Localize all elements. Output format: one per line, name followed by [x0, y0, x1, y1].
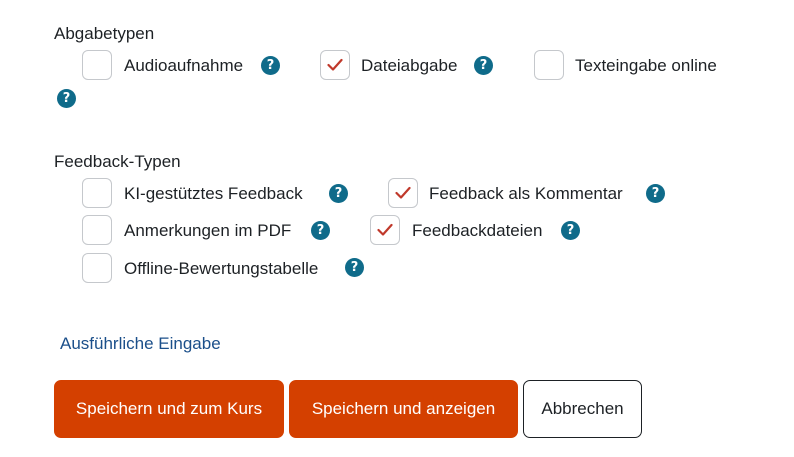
online-text-help-icon[interactable]: ?: [57, 89, 76, 108]
pdf-annotation-label: Anmerkungen im PDF: [124, 221, 292, 240]
feedback-files-help-icon[interactable]: ?: [561, 221, 580, 240]
feedback-comments-help-icon[interactable]: ?: [646, 184, 665, 203]
offline-grading-help-icon[interactable]: ?: [345, 258, 364, 277]
cancel-button[interactable]: Abbrechen: [523, 380, 642, 438]
audio-recording-label: Audioaufnahme: [124, 56, 244, 75]
offline-grading-checkbox[interactable]: [82, 253, 112, 283]
feedback-comments-checkbox[interactable]: [388, 178, 418, 208]
ai-feedback-help-icon[interactable]: ?: [329, 184, 348, 203]
pdf-annotation-checkbox[interactable]: [82, 215, 112, 245]
audio-recording-help-icon[interactable]: ?: [261, 56, 280, 75]
file-submission-label: Dateiabgabe: [361, 56, 458, 75]
offline-grading-label: Offline-Bewertungstabelle: [124, 259, 319, 278]
save-and-return-button[interactable]: Speichern und zum Kurs: [54, 380, 284, 438]
advanced-settings-link[interactable]: Ausführliche Eingabe: [60, 334, 221, 354]
checkmark-icon: [327, 58, 343, 71]
checkmark-icon: [377, 223, 393, 236]
pdf-annotation-help-icon[interactable]: ?: [311, 221, 330, 240]
save-and-display-button[interactable]: Speichern und anzeigen: [289, 380, 518, 438]
audio-recording-checkbox[interactable]: [82, 50, 112, 80]
feedback-comments-label: Feedback als Kommentar: [429, 184, 623, 203]
ai-feedback-checkbox[interactable]: [82, 178, 112, 208]
online-text-label: Texteingabe online: [575, 56, 717, 75]
file-submission-help-icon[interactable]: ?: [474, 56, 493, 75]
feedback-files-checkbox[interactable]: [370, 215, 400, 245]
ai-feedback-label: KI-gestütztes Feedback: [124, 184, 303, 203]
feedback-files-label: Feedbackdateien: [412, 221, 543, 240]
feedback-types-heading: Feedback-Typen: [54, 152, 181, 171]
online-text-checkbox[interactable]: [534, 50, 564, 80]
checkmark-icon: [395, 186, 411, 199]
file-submission-checkbox[interactable]: [320, 50, 350, 80]
submission-types-heading: Abgabetypen: [54, 24, 155, 43]
